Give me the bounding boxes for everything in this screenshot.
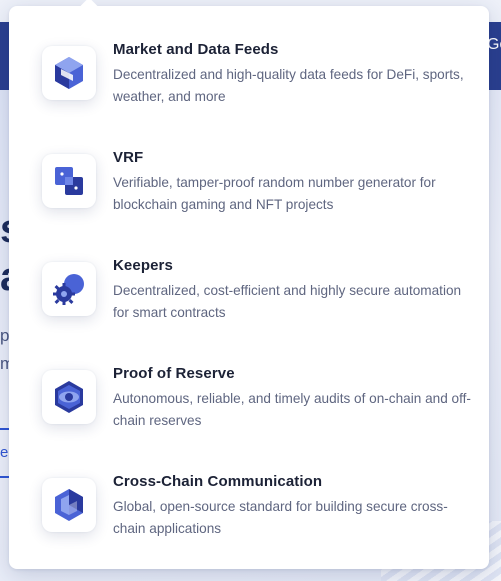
item-description: Decentralized and high-quality data feed… [113,67,464,104]
item-description: Autonomous, reliable, and timely audits … [113,391,471,428]
hero-link-fragment[interactable]: e [0,428,9,478]
cross-chain-icon [55,489,83,521]
vrf-icon [55,167,83,195]
item-title: Proof of Reserve [113,365,235,382]
item-description: Global, open-source standard for buildin… [113,499,448,536]
item-title: Keepers [113,257,173,274]
products-dropdown-menu: Market and Data Feeds Decentralized and … [9,0,489,572]
menu-item-cross-chain[interactable]: Cross-Chain Communication Global, open-s… [9,472,489,572]
hero-subtext-fragment: p m [0,326,9,373]
icon-tile [42,46,96,100]
menu-item-proof-of-reserve[interactable]: Proof of Reserve Autonomous, reliable, a… [9,364,489,464]
keepers-icon [53,274,84,305]
item-title: Cross-Chain Communication [113,473,323,490]
menu-item-market-data-feeds[interactable]: Market and Data Feeds Decentralized and … [9,40,489,140]
header-edge-text: Go [487,36,501,53]
item-title: Market and Data Feeds [113,41,279,58]
icon-tile [42,478,96,532]
item-description: Verifiable, tamper-proof random number g… [113,175,436,212]
proof-of-reserve-icon [55,381,83,413]
item-title: VRF [113,149,144,166]
icon-tile [42,370,96,424]
item-description: Decentralized, cost-efficient and highly… [113,283,462,320]
icon-tile [42,154,96,208]
menu-item-vrf[interactable]: VRF Verifiable, tamper-proof random numb… [9,148,489,248]
icon-tile [42,262,96,316]
menu-item-keepers[interactable]: Keepers Decentralized, cost-efficient an… [9,256,489,356]
market-data-feeds-icon [55,57,83,89]
